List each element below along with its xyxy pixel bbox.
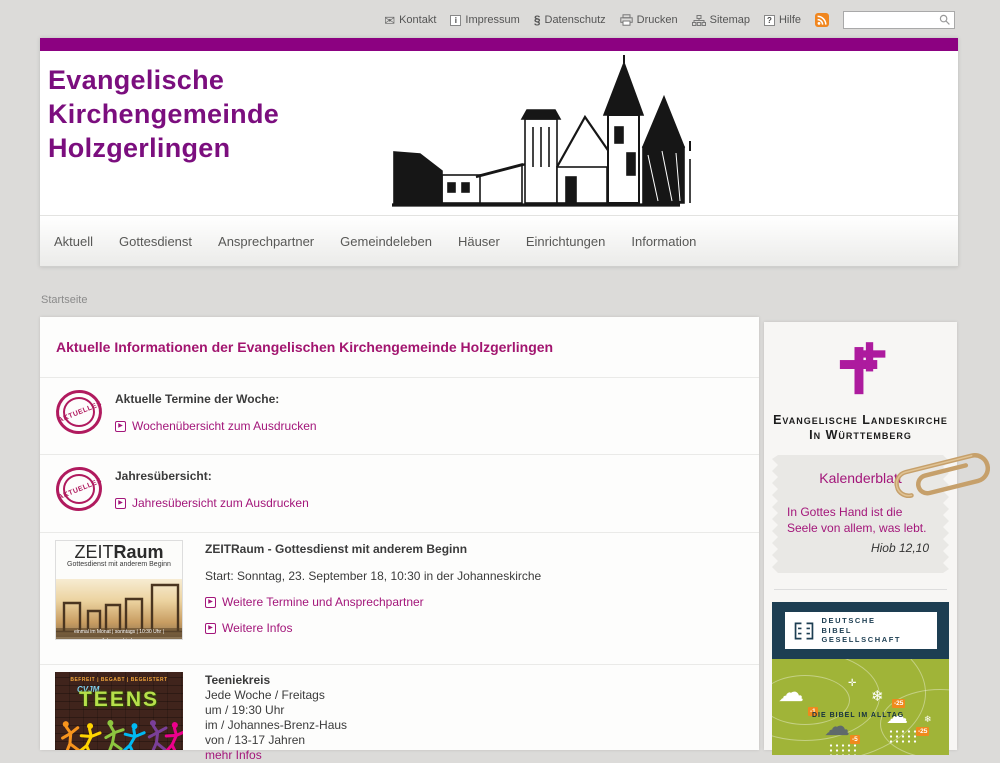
kalenderblatt-widget: Kalenderblatt In Gottes Hand ist die See… xyxy=(772,455,949,573)
landeskirche-label: Evangelische Landeskirche In Württemberg xyxy=(764,413,957,443)
landeskirche-cross-icon xyxy=(835,338,887,400)
zeitraum-infos-link[interactable]: ▶ Weitere Infos xyxy=(205,621,292,635)
church-sketch-illustration xyxy=(380,55,700,213)
help-link[interactable]: ? Hilfe xyxy=(764,14,801,26)
item-title: Aktuelle Termine der Woche: xyxy=(115,392,759,406)
aktuelles-stamp-icon: AKTUELLES xyxy=(54,388,106,438)
temperature-badge: -25 xyxy=(892,699,905,708)
aktuelles-stamp-icon: AKTUELLES xyxy=(54,465,106,515)
nav-item-aktuell[interactable]: Aktuell xyxy=(54,234,93,249)
page-heading-row: Aktuelle Informationen der Evangelischen… xyxy=(40,317,759,378)
year-overview-link[interactable]: ▶ Jahresübersicht zum Ausdrucken xyxy=(115,496,309,510)
bibelgesellschaft-banner[interactable]: DEUTSCHE BIBEL GESELLSCHAFT ☁ ☁ ☁ ❄ ❄ ✛ … xyxy=(772,602,949,755)
play-icon: ▶ xyxy=(205,623,216,634)
zeitraum-termine-link[interactable]: ▶ Weitere Termine und Ansprechpartner xyxy=(205,595,424,609)
search-input[interactable] xyxy=(844,14,939,26)
page-title: Aktuelle Informationen der Evangelischen… xyxy=(56,339,553,355)
imprint-link[interactable]: i Impressum xyxy=(450,14,519,26)
play-icon: ▶ xyxy=(115,498,126,509)
play-icon: ▶ xyxy=(115,421,126,432)
item-title: Teeniekreis xyxy=(205,673,759,688)
kalenderblatt-reference: Hiob 12,10 xyxy=(792,541,929,555)
list-item: BEFREIT | BEGABT | BEGEISTERT CVJM TEENS… xyxy=(40,665,759,750)
site-title: Evangelische Kirchengemeinde Holzgerling… xyxy=(48,63,279,165)
item-line: Jede Woche / Freitags xyxy=(205,688,759,703)
dancers-illustration xyxy=(55,708,183,750)
help-label: Hilfe xyxy=(779,14,801,26)
info-icon: i xyxy=(450,15,461,26)
dbg-logo-block: DEUTSCHE BIBEL GESELLSCHAFT xyxy=(772,602,949,659)
list-item: AKTUELLES Jahresübersicht: ▶ Jahresübers… xyxy=(40,455,759,533)
week-overview-link[interactable]: ▶ Wochenübersicht zum Ausdrucken xyxy=(115,419,317,433)
main-nav: Aktuell Gottesdienst Ansprechpartner Gem… xyxy=(40,215,958,267)
sitemap-label: Sitemap xyxy=(710,14,750,26)
mehr-infos-link[interactable]: mehr Infos xyxy=(205,748,262,763)
breadcrumb: Startseite xyxy=(41,294,87,306)
contact-label: Kontakt xyxy=(399,14,436,26)
nav-item-gottesdienst[interactable]: Gottesdienst xyxy=(119,234,192,249)
item-line: im / Johannes-Brenz-Haus xyxy=(205,718,759,733)
header: Evangelische Kirchengemeinde Holzgerling… xyxy=(40,51,958,215)
dbg-logo-icon xyxy=(793,620,815,642)
search-box xyxy=(843,11,955,29)
brand-bar xyxy=(40,38,958,51)
help-icon: ? xyxy=(764,15,775,26)
site-title-line: Kirchengemeinde xyxy=(48,97,279,131)
sitemap-icon xyxy=(692,15,706,26)
nav-item-ansprechpartner[interactable]: Ansprechpartner xyxy=(218,234,314,249)
snowflake-icon: ❄ xyxy=(924,715,932,724)
item-title: ZEITRaum - Gottesdienst mit anderem Begi… xyxy=(205,542,759,556)
mail-icon: ✉ xyxy=(384,14,395,27)
temperature-badge: -25 xyxy=(916,727,929,736)
privacy-label: Datenschutz xyxy=(545,14,606,26)
nav-item-gemeindeleben[interactable]: Gemeindeleben xyxy=(340,234,432,249)
item-line: von / 13-17 Jahren xyxy=(205,733,759,748)
nav-item-haeuser[interactable]: Häuser xyxy=(458,234,500,249)
rss-icon[interactable] xyxy=(815,13,829,27)
contact-link[interactable]: ✉ Kontakt xyxy=(384,14,436,27)
divider xyxy=(774,589,947,590)
utility-bar: ✉ Kontakt i Impressum § Datenschutz Druc… xyxy=(0,0,1000,40)
sitemap-link[interactable]: Sitemap xyxy=(692,14,750,26)
teens-thumbnail[interactable]: BEFREIT | BEGABT | BEGEISTERT CVJM TEENS xyxy=(55,672,183,750)
sidebar: Evangelische Landeskirche In Württemberg… xyxy=(764,322,957,750)
item-title: Jahresübersicht: xyxy=(115,469,759,483)
item-line: um / 19:30 Uhr xyxy=(205,703,759,718)
site-header: Evangelische Kirchengemeinde Holzgerling… xyxy=(40,38,958,267)
nav-item-information[interactable]: Information xyxy=(631,234,696,249)
printer-icon xyxy=(620,14,633,26)
list-item: ZEITRaum Gottesdienst mit anderem Beginn… xyxy=(40,533,759,665)
site-title-line: Evangelische xyxy=(48,63,279,97)
imprint-label: Impressum xyxy=(465,14,519,26)
map-title: DIE BIBEL IM ALLTAG xyxy=(812,712,904,719)
site-title-line: Holzgerlingen xyxy=(48,131,279,165)
play-icon: ▶ xyxy=(205,597,216,608)
kalenderblatt-verse: In Gottes Hand ist die Seele von allem, … xyxy=(787,504,934,536)
cloud-icon: ☁ xyxy=(778,679,804,705)
print-label: Drucken xyxy=(637,14,678,26)
zeitraum-thumbnail[interactable]: ZEITRaum Gottesdienst mit anderem Beginn… xyxy=(55,540,183,640)
search-icon[interactable] xyxy=(939,14,951,26)
paragraph-icon: § xyxy=(534,13,541,27)
rain-dots xyxy=(888,729,918,743)
rain-dots xyxy=(828,743,858,755)
nav-item-einrichtungen[interactable]: Einrichtungen xyxy=(526,234,606,249)
privacy-link[interactable]: § Datenschutz xyxy=(534,13,606,27)
print-link[interactable]: Drucken xyxy=(620,14,678,26)
snowflake-icon: ❄ xyxy=(871,689,884,704)
wind-arrows-icon: ✛ xyxy=(848,679,856,689)
weather-map-graphic: ☁ ☁ ☁ ❄ ❄ ✛ -1 -25 -5 -25 DIE BIBEL IM A… xyxy=(772,659,949,755)
content-area: Aktuelle Informationen der Evangelischen… xyxy=(40,317,759,750)
dbg-logo-text: DEUTSCHE BIBEL GESELLSCHAFT xyxy=(822,616,902,645)
item-text: Start: Sonntag, 23. September 18, 10:30 … xyxy=(205,569,759,583)
landeskirche-banner[interactable]: Evangelische Landeskirche In Württemberg xyxy=(764,322,957,443)
list-item: AKTUELLES Aktuelle Termine der Woche: ▶ … xyxy=(40,378,759,455)
